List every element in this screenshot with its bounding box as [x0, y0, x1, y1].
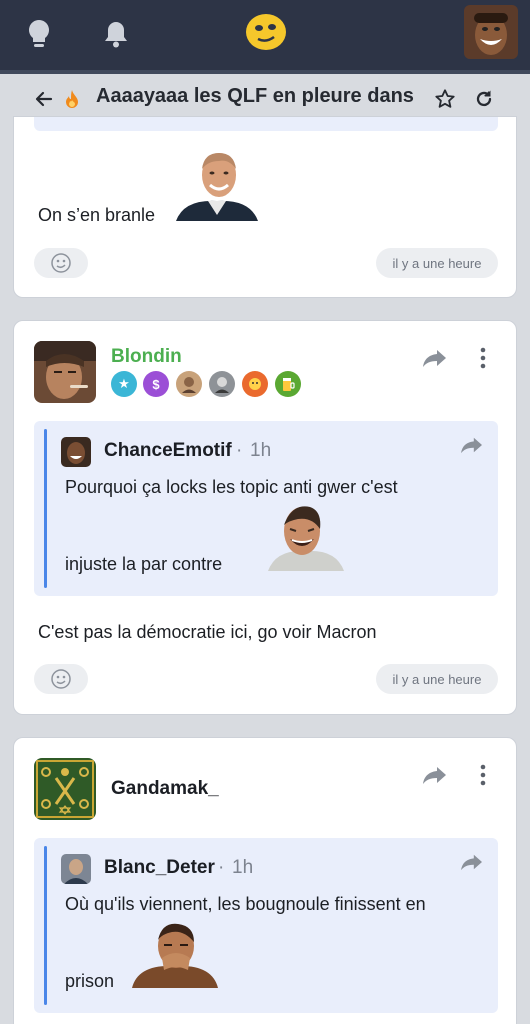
post-timestamp: il y a une heure: [376, 248, 498, 278]
share-icon[interactable]: [460, 852, 484, 872]
facepalm-sticker: [132, 918, 218, 988]
quote-time: 1h: [250, 440, 272, 461]
quote-author-name[interactable]: Blanc_Deter: [104, 857, 215, 879]
beer-badge: [275, 371, 301, 397]
quote-text-line: prison: [65, 971, 115, 991]
quote-bar: [44, 846, 47, 1005]
post-card: Gandamak_ Blanc_Deter · 1h Où qu'ils vie…: [13, 737, 517, 1024]
share-icon[interactable]: [422, 347, 448, 369]
quote-separator: ·: [218, 857, 225, 878]
avatar-badge: [176, 371, 202, 397]
reaction-button[interactable]: [34, 248, 88, 278]
laughing-man-sticker: [268, 499, 344, 571]
more-options-icon[interactable]: [478, 763, 488, 787]
topic-title: Aaaayaaa les QLF en pleure dans l: [96, 85, 414, 107]
lightbulb-icon[interactable]: [19, 14, 59, 54]
author-name[interactable]: Gandamak_: [111, 778, 219, 800]
dollar-badge: $: [143, 371, 169, 397]
app-logo[interactable]: [244, 12, 288, 52]
refresh-icon[interactable]: [471, 86, 497, 112]
quote-separator: ·: [236, 440, 243, 461]
share-icon[interactable]: [422, 764, 448, 786]
quote-time: 1h: [232, 857, 254, 878]
quote-author-name[interactable]: ChanceEmotif: [104, 440, 232, 462]
back-arrow-icon[interactable]: [31, 86, 57, 112]
avatar-badge: [209, 371, 235, 397]
fire-icon: [59, 86, 85, 112]
author-avatar[interactable]: [34, 758, 96, 820]
quote-author-avatar[interactable]: [61, 437, 91, 467]
author-name[interactable]: Blondin: [111, 346, 182, 368]
stars-badge: ★: [111, 371, 137, 397]
zidane-sticker: [174, 149, 260, 221]
quote-text-line: Pourquoi ça locks les topic anti gwer c'…: [65, 477, 398, 497]
post-text: C'est pas la démocratie ici, go voir Mac…: [38, 622, 377, 642]
quote-remnant: [34, 117, 498, 131]
fire-face-badge: [242, 371, 268, 397]
post-card: Blondin ★ $ ChanceEmotif · 1h Pourquoi ç…: [13, 320, 517, 715]
more-options-icon[interactable]: [478, 346, 488, 370]
author-avatar[interactable]: [34, 341, 96, 403]
bell-icon[interactable]: [96, 14, 136, 54]
post-text: On s’en branle: [38, 205, 156, 225]
quoted-message[interactable]: ChanceEmotif · 1h Pourquoi ça locks les …: [34, 421, 498, 596]
quote-bar: [44, 429, 47, 588]
post-card: On s’en branle il y a une heure: [13, 116, 517, 298]
share-icon[interactable]: [460, 435, 484, 455]
top-navbar: [0, 0, 530, 74]
quote-text-line: injuste la par contre: [65, 554, 223, 574]
user-avatar[interactable]: [464, 5, 518, 59]
quote-author-avatar[interactable]: [61, 854, 91, 884]
quote-text-line: Où qu'ils viennent, les bougnoule finiss…: [65, 894, 426, 914]
reaction-button[interactable]: [34, 664, 88, 694]
quoted-message[interactable]: Blanc_Deter · 1h Où qu'ils viennent, les…: [34, 838, 498, 1013]
star-icon[interactable]: [432, 86, 458, 112]
post-timestamp: il y a une heure: [376, 664, 498, 694]
